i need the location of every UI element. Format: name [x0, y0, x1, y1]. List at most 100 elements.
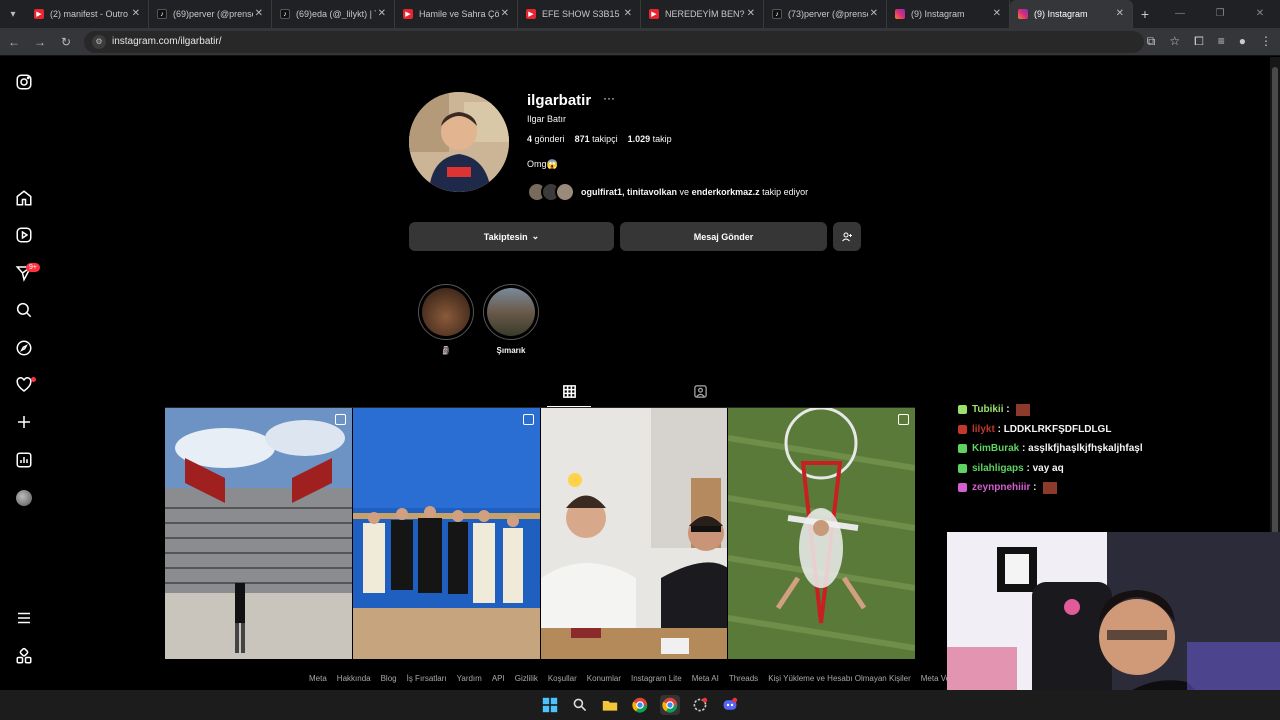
tab-title: (69)eda (@_lilykt) | Ti — [296, 9, 376, 19]
chrome-icon[interactable] — [660, 695, 680, 715]
following-button[interactable]: Takiptesin ⌄ — [409, 222, 614, 251]
followed-by-last: enderkorkmaz.z — [691, 187, 760, 197]
tab-search-icon[interactable]: ▾ — [0, 0, 26, 28]
tab-title: (73)perver (@prensesperver) — [788, 9, 868, 19]
tab-strip: ▶ (2) manifest - Outro ✕ ♪ (69)perver (@pren… — [26, 0, 1133, 28]
browser-tab[interactable]: (9) Instagram ✕ — [887, 0, 1010, 28]
browser-tab[interactable]: ▶ Hamile ve Sahra Çölü ✕ — [395, 0, 518, 28]
stream-chat-overlay: Tubikii : lilykt : LDDKLRKFŞDFLDLGL KimBu… — [958, 400, 1258, 498]
footer-link[interactable]: Instagram Lite — [631, 674, 682, 683]
footer-link[interactable]: Kişi Yükleme ve Hesabı Olmayan Kişiler — [768, 674, 911, 683]
footer-link[interactable]: Meta — [309, 674, 327, 683]
tiktok-icon: ♪ — [280, 9, 290, 19]
suggest-people-button[interactable] — [833, 222, 861, 251]
profile-picture[interactable] — [409, 92, 509, 192]
instagram-logo-icon[interactable] — [14, 72, 34, 92]
followed-by-suffix: takip ediyor — [762, 187, 809, 197]
options-ellipsis-icon[interactable]: ··· — [603, 91, 615, 105]
extensions-icon[interactable]: ⧠ — [1194, 34, 1204, 49]
url-field[interactable]: ⚙ instagram.com/ilgarbatir/ — [84, 30, 1144, 53]
site-info-icon[interactable]: ⚙ — [92, 34, 106, 49]
story-highlight[interactable]: 🗿 — [418, 284, 474, 355]
browser-tab[interactable]: ♪ (69)perver (@prensesperver)✕ — [149, 0, 272, 28]
posts-grid-tab[interactable] — [560, 382, 578, 400]
windows-start-icon[interactable] — [540, 695, 560, 715]
taskbar-search-icon[interactable] — [570, 695, 590, 715]
followed-by[interactable]: ogulfirat1, tinitavolkan ve enderkorkmaz… — [527, 182, 808, 202]
tab-title: (69)perver (@prensesperver) — [173, 9, 253, 19]
post-thumbnail[interactable] — [540, 408, 728, 659]
create-plus-icon[interactable] — [14, 412, 34, 432]
close-tab-icon[interactable]: ✕ — [501, 8, 509, 19]
footer-link[interactable]: API — [492, 674, 505, 683]
footer-link[interactable]: Koşullar — [548, 674, 577, 683]
post-thumbnail[interactable] — [165, 408, 352, 659]
browser-tab[interactable]: ♪ (69)eda (@_lilykt) | Ti ✕ — [272, 0, 395, 28]
message-button[interactable]: Mesaj Gönder — [620, 222, 827, 251]
footer-link[interactable]: Yardım — [457, 674, 482, 683]
discord-icon[interactable] — [720, 695, 740, 715]
new-tab-button[interactable]: + — [1133, 6, 1157, 22]
profile-avatar[interactable] — [16, 490, 32, 506]
tiktok-icon: ♪ — [157, 9, 167, 19]
bookmark-star-icon[interactable]: ☆ — [1169, 34, 1180, 49]
instagram-icon — [1018, 9, 1028, 19]
chrome-icon[interactable] — [630, 695, 650, 715]
home-icon[interactable] — [14, 188, 34, 208]
forward-button[interactable]: → — [28, 35, 52, 49]
reels-icon[interactable] — [14, 225, 34, 245]
dashboard-icon[interactable] — [14, 450, 34, 470]
media-controls-icon[interactable]: ≡ — [1218, 34, 1225, 49]
close-tab-icon[interactable]: ✕ — [132, 8, 140, 19]
post-thumbnail[interactable] — [728, 408, 915, 659]
browser-tab[interactable]: ▶ (2) manifest - Outro ✕ — [26, 0, 149, 28]
app-icon[interactable] — [690, 695, 710, 715]
footer-link[interactable]: Meta AI — [692, 674, 719, 683]
close-tab-icon[interactable]: ✕ — [255, 8, 263, 19]
close-tab-icon[interactable]: ✕ — [870, 8, 878, 19]
active-tab-indicator — [547, 406, 591, 407]
footer-link[interactable]: Gizlilik — [515, 674, 538, 683]
install-app-icon[interactable]: ⧉ — [1147, 34, 1156, 49]
footer-link[interactable]: Blog — [381, 674, 397, 683]
story-highlight[interactable]: Şımarık — [483, 284, 539, 355]
explore-icon[interactable] — [14, 338, 34, 358]
chat-separator: : — [1023, 462, 1033, 474]
posts-label: gönderi — [534, 134, 565, 144]
profile-avatar-icon[interactable]: ● — [1239, 34, 1246, 49]
more-menu-icon[interactable] — [14, 608, 34, 628]
chat-user-badge-icon — [958, 483, 967, 493]
file-explorer-icon[interactable] — [600, 695, 620, 715]
browser-tab[interactable]: ♪ (73)perver (@prensesperver)✕ — [764, 0, 887, 28]
close-tab-icon[interactable]: ✕ — [993, 8, 1001, 19]
following-stat[interactable]: 1.029 takip — [628, 134, 672, 144]
maximize-icon[interactable]: ❐ — [1200, 0, 1240, 28]
back-button[interactable]: ← — [2, 35, 26, 49]
browser-tab[interactable]: (9) Instagram ✕ — [1010, 0, 1133, 28]
browser-tab[interactable]: ▶ EFE SHOW S3B15 | M✕ — [518, 0, 641, 28]
chat-username: silahligaps — [972, 462, 1024, 474]
footer-link[interactable]: İş Fırsatları — [407, 674, 447, 683]
followed-by-names: ogulfirat1, tinitavolkan — [581, 187, 678, 197]
browser-menu-icon[interactable]: ⋮ — [1260, 34, 1272, 49]
post-thumbnail[interactable] — [352, 408, 540, 659]
search-icon[interactable] — [14, 300, 34, 320]
close-tab-icon[interactable]: ✕ — [1116, 8, 1124, 19]
footer-link[interactable]: Konumlar — [587, 674, 621, 683]
following-button-label: Takiptesin — [483, 231, 528, 242]
followers-stat[interactable]: 871 takipçi — [575, 134, 618, 144]
chat-user-badge-icon — [958, 405, 967, 415]
tagged-tab[interactable] — [691, 382, 709, 400]
close-tab-icon[interactable]: ✕ — [378, 8, 386, 19]
footer-link[interactable]: Hakkında — [337, 674, 371, 683]
meta-apps-icon[interactable] — [14, 646, 34, 666]
address-bar: ← → ↻ ⚙ instagram.com/ilgarbatir/ ⧉ ☆ ⧠ … — [0, 28, 1280, 56]
footer-link[interactable]: Threads — [729, 674, 758, 683]
reload-button[interactable]: ↻ — [54, 35, 78, 49]
browser-tab[interactable]: ▶ NEREDEYİM BEN? Kİ✕ — [641, 0, 764, 28]
close-tab-icon[interactable]: ✕ — [624, 8, 632, 19]
close-tab-icon[interactable]: ✕ — [747, 8, 755, 19]
minimize-icon[interactable]: — — [1160, 0, 1200, 28]
window-controls: — ❐ ✕ — [1160, 0, 1280, 28]
close-window-icon[interactable]: ✕ — [1240, 0, 1280, 28]
